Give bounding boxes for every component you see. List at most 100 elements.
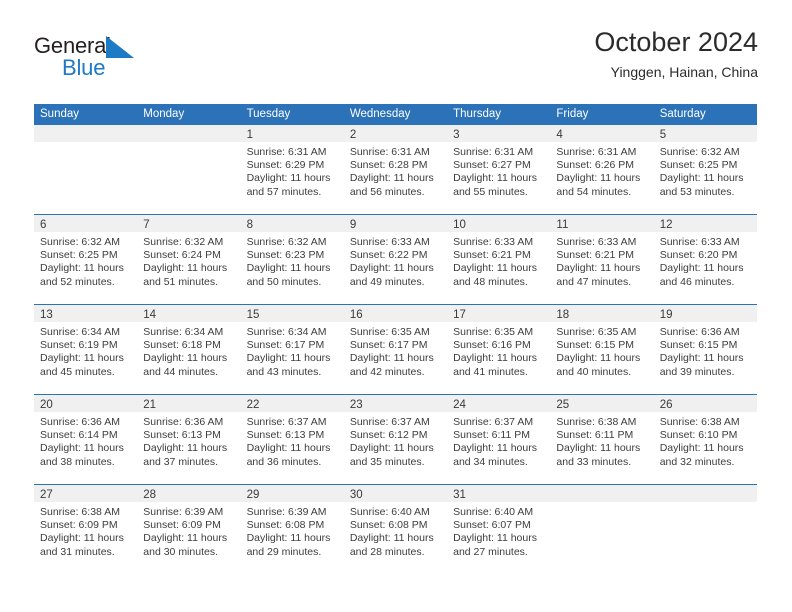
calendar-day-cell[interactable]: 26 Sunrise: 6:38 AM Sunset: 6:10 PM Dayligh… xyxy=(653,395,757,484)
calendar-day-cell[interactable]: 15 Sunrise: 6:34 AM Sunset: 6:17 PM Dayligh… xyxy=(240,305,344,394)
weekday-header-cell: Saturday xyxy=(654,104,757,125)
sunrise-text: Sunrise: 6:31 AM xyxy=(556,146,637,158)
daylight-text: Daylight: 11 hours and 29 minutes. xyxy=(246,532,331,558)
daylight-text: Daylight: 11 hours and 31 minutes. xyxy=(40,532,124,558)
day-number: 3 xyxy=(453,129,460,141)
day-number: 27 xyxy=(40,489,53,501)
calendar-day-cell[interactable]: 17 Sunrise: 6:35 AM Sunset: 6:16 PM Dayligh… xyxy=(447,305,551,394)
calendar-cell-wrapper xyxy=(653,485,757,574)
daylight-text: Daylight: 11 hours and 56 minutes. xyxy=(349,172,434,198)
page-title: October 2024 xyxy=(594,27,758,57)
day-number: 29 xyxy=(246,489,260,501)
sunrise-text: Sunrise: 6:35 AM xyxy=(453,326,534,338)
sunrise-text: Sunrise: 6:38 AM xyxy=(659,416,740,428)
day-details: Sunrise: 6:37 AM Sunset: 6:11 PM Daylight:… xyxy=(447,412,550,469)
calendar-day-cell[interactable]: 9 Sunrise: 6:33 AM Sunset: 6:22 PM Daylight… xyxy=(343,215,448,304)
day-number-band: 8 xyxy=(240,215,344,232)
daylight-text: Daylight: 11 hours and 40 minutes. xyxy=(556,352,641,378)
sunrise-text: Sunrise: 6:31 AM xyxy=(453,146,534,158)
day-number-band: 18 xyxy=(550,305,654,322)
calendar-day-cell[interactable]: 31 Sunrise: 6:40 AM Sunset: 6:07 PM Dayligh… xyxy=(447,485,551,574)
weekday-header-cell: Sunday xyxy=(34,104,137,125)
calendar-week-row: 20 Sunrise: 6:36 AM Sunset: 6:14 PM Dayligh… xyxy=(34,394,757,484)
calendar-day-cell[interactable]: 11 Sunrise: 6:33 AM Sunset: 6:21 PM Dayligh… xyxy=(550,215,654,304)
day-number-band: 10 xyxy=(447,215,551,232)
day-number: 21 xyxy=(143,399,157,411)
calendar-cell-wrapper: 3 Sunrise: 6:31 AM Sunset: 6:27 PM Daylight… xyxy=(447,125,551,214)
calendar-day-cell[interactable]: 7 Sunrise: 6:32 AM Sunset: 6:24 PM Daylight… xyxy=(137,215,241,304)
calendar-day-cell[interactable]: 10 Sunrise: 6:33 AM Sunset: 6:21 PM Dayligh… xyxy=(447,215,551,304)
day-number: 15 xyxy=(246,309,260,321)
calendar-day-cell[interactable]: 4 Sunrise: 6:31 AM Sunset: 6:26 PM Daylight… xyxy=(550,125,654,214)
calendar-cell-wrapper: 2 Sunrise: 6:31 AM Sunset: 6:28 PM Daylight… xyxy=(343,125,448,214)
day-number-band: 1 xyxy=(240,125,344,142)
general-blue-logo[interactable]: General Blue xyxy=(34,34,274,90)
calendar-day-cell[interactable]: 24 Sunrise: 6:37 AM Sunset: 6:11 PM Dayligh… xyxy=(447,395,551,484)
calendar-day-cell[interactable]: 28 Sunrise: 6:39 AM Sunset: 6:09 PM Dayligh… xyxy=(137,485,241,574)
day-details: Sunrise: 6:35 AM Sunset: 6:17 PM Daylight:… xyxy=(344,322,447,379)
calendar-day-cell[interactable]: 20 Sunrise: 6:36 AM Sunset: 6:14 PM Dayligh… xyxy=(34,395,138,484)
day-number: 9 xyxy=(349,219,357,231)
day-details: Sunrise: 6:31 AM Sunset: 6:27 PM Daylight:… xyxy=(447,142,550,199)
weekday-label-wednesday: Wednesday xyxy=(349,108,411,120)
calendar-day-cell[interactable]: 14 Sunrise: 6:34 AM Sunset: 6:18 PM Dayligh… xyxy=(137,305,241,394)
day-number: 8 xyxy=(246,219,253,231)
sunrise-text: Sunrise: 6:37 AM xyxy=(453,416,534,428)
daylight-text: Daylight: 11 hours and 36 minutes. xyxy=(246,442,331,468)
calendar-day-cell[interactable]: 19 Sunrise: 6:36 AM Sunset: 6:15 PM Dayligh… xyxy=(653,305,757,394)
sunrise-text: Sunrise: 6:33 AM xyxy=(556,236,637,248)
sunrise-text: Sunrise: 6:40 AM xyxy=(453,506,534,518)
sunset-text: Sunset: 6:09 PM xyxy=(143,519,221,532)
sunrise-text: Sunrise: 6:33 AM xyxy=(659,236,740,248)
day-number-band: 26 xyxy=(653,395,757,412)
daylight-text: Daylight: 11 hours and 54 minutes. xyxy=(556,172,641,198)
day-number-band xyxy=(34,125,138,142)
day-number-band: 2 xyxy=(343,125,448,142)
calendar-day-cell[interactable]: 21 Sunrise: 6:36 AM Sunset: 6:13 PM Dayligh… xyxy=(137,395,241,484)
daylight-text: Daylight: 11 hours and 49 minutes. xyxy=(349,262,434,288)
calendar-cell-wrapper: 15 Sunrise: 6:34 AM Sunset: 6:17 PM Dayligh… xyxy=(240,305,344,394)
calendar-cell-wrapper: 25 Sunrise: 6:38 AM Sunset: 6:11 PM Dayligh… xyxy=(550,395,654,484)
calendar-day-cell[interactable]: 3 Sunrise: 6:31 AM Sunset: 6:27 PM Daylight… xyxy=(447,125,551,214)
calendar-day-cell[interactable]: 13 Sunrise: 6:34 AM Sunset: 6:19 PM Dayligh… xyxy=(34,305,138,394)
calendar-day-cell[interactable]: 29 Sunrise: 6:39 AM Sunset: 6:08 PM Dayligh… xyxy=(240,485,344,574)
sunset-text: Sunset: 6:10 PM xyxy=(659,429,738,442)
calendar-day-cell[interactable]: 1 Sunrise: 6:31 AM Sunset: 6:29 PM Daylight… xyxy=(240,125,344,214)
day-number: 24 xyxy=(453,399,466,411)
calendar-day-cell[interactable]: 30 Sunrise: 6:40 AM Sunset: 6:08 PM Dayligh… xyxy=(343,485,448,574)
calendar-day-cell[interactable]: 8 Sunrise: 6:32 AM Sunset: 6:23 PM Daylight… xyxy=(240,215,344,304)
calendar-week-row: 1 Sunrise: 6:31 AM Sunset: 6:29 PM Daylight… xyxy=(34,125,757,214)
calendar-cell-wrapper: 17 Sunrise: 6:35 AM Sunset: 6:16 PM Dayligh… xyxy=(447,305,551,394)
day-details: Sunrise: 6:32 AM Sunset: 6:23 PM Daylight:… xyxy=(241,232,344,289)
day-number: 11 xyxy=(556,219,569,231)
calendar-cell-wrapper: 30 Sunrise: 6:40 AM Sunset: 6:08 PM Dayligh… xyxy=(343,485,448,574)
day-details: Sunrise: 6:33 AM Sunset: 6:21 PM Daylight:… xyxy=(447,232,550,289)
sunrise-text: Sunrise: 6:34 AM xyxy=(246,326,327,338)
day-number: 5 xyxy=(659,129,667,141)
calendar-day-cell[interactable]: 16 Sunrise: 6:35 AM Sunset: 6:17 PM Dayligh… xyxy=(343,305,448,394)
triangle-icon xyxy=(106,36,134,58)
calendar-day-cell[interactable]: 22 Sunrise: 6:37 AM Sunset: 6:13 PM Dayligh… xyxy=(240,395,344,484)
calendar-day-cell[interactable]: 12 Sunrise: 6:33 AM Sunset: 6:20 PM Dayligh… xyxy=(653,215,757,304)
sunset-text: Sunset: 6:08 PM xyxy=(349,519,428,532)
calendar-day-cell[interactable]: 2 Sunrise: 6:31 AM Sunset: 6:28 PM Daylight… xyxy=(343,125,448,214)
day-number: 12 xyxy=(659,219,673,231)
day-number: 13 xyxy=(40,309,53,321)
calendar-cell-wrapper: 1 Sunrise: 6:31 AM Sunset: 6:29 PM Daylight… xyxy=(240,125,344,214)
day-number: 26 xyxy=(659,399,673,411)
day-number: 18 xyxy=(556,309,570,321)
calendar-day-cell[interactable]: 23 Sunrise: 6:37 AM Sunset: 6:12 PM Dayligh… xyxy=(343,395,448,484)
day-number: 30 xyxy=(349,489,363,501)
calendar-day-cell[interactable]: 5 Sunrise: 6:32 AM Sunset: 6:25 PM Daylight… xyxy=(653,125,757,214)
calendar-day-cell[interactable]: 18 Sunrise: 6:35 AM Sunset: 6:15 PM Dayligh… xyxy=(550,305,654,394)
daylight-text: Daylight: 11 hours and 50 minutes. xyxy=(246,262,331,288)
calendar-day-cell[interactable]: 25 Sunrise: 6:38 AM Sunset: 6:11 PM Dayligh… xyxy=(550,395,654,484)
calendar-day-cell[interactable]: 6 Sunrise: 6:32 AM Sunset: 6:25 PM Daylight… xyxy=(34,215,138,304)
calendar-day-cell[interactable]: 27 Sunrise: 6:38 AM Sunset: 6:09 PM Dayligh… xyxy=(34,485,138,574)
day-number-band: 15 xyxy=(240,305,344,322)
daylight-text: Daylight: 11 hours and 45 minutes. xyxy=(40,352,124,378)
day-number-band: 4 xyxy=(550,125,654,142)
calendar-weeks: 1 Sunrise: 6:31 AM Sunset: 6:29 PM Daylight… xyxy=(34,125,757,574)
sunset-text: Sunset: 6:07 PM xyxy=(453,519,531,532)
day-number-band: 28 xyxy=(137,485,241,502)
